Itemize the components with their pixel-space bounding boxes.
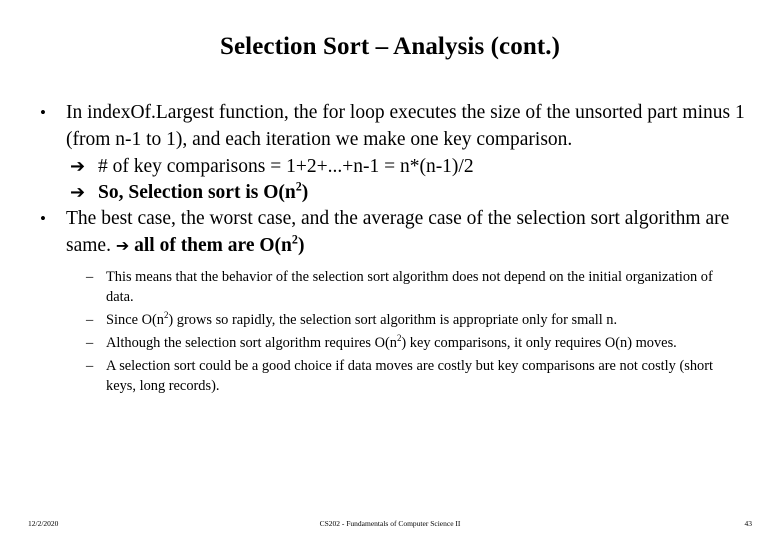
bullet-item: • In indexOf.Largest function, the for l… xyxy=(28,100,754,153)
sub-bullet-item: – A selection sort could be a good choic… xyxy=(28,356,754,396)
arrow-icon: ➔ xyxy=(70,182,86,203)
sub-bullet-text-prefix: Since O(n xyxy=(106,312,164,328)
sub-bullet-item: – This means that the behavior of the se… xyxy=(28,267,754,307)
sub-bullet-marker: – xyxy=(86,335,94,351)
arrow-line-comparisons: ➔ # of key comparisons = 1+2+...+n-1 = n… xyxy=(28,154,754,180)
bullet-marker: • xyxy=(40,209,46,228)
footer-course: CS202 - Fundamentals of Computer Science… xyxy=(319,519,461,528)
arrow-line-text-suffix: ) xyxy=(301,182,309,203)
slide-body: • In indexOf.Largest function, the for l… xyxy=(28,100,754,399)
footer-page-number: 43 xyxy=(744,519,753,528)
arrow-icon: ➔ xyxy=(115,235,130,255)
bullet-text-after-prefix: all of them are O(n xyxy=(134,234,292,256)
sub-bullet-marker: – xyxy=(86,269,94,285)
sub-bullet-text: This means that the behavior of the sele… xyxy=(106,269,713,305)
bullet-item-cases: • The best case, the worst case, and the… xyxy=(28,206,754,259)
arrow-icon: ➔ xyxy=(70,156,86,177)
sub-bullet-item: – Since O(n2) grows so rapidly, the sele… xyxy=(28,310,754,330)
page-title: Selection Sort – Analysis (cont.) xyxy=(219,33,561,60)
sub-bullet-text: A selection sort could be a good choice … xyxy=(106,358,714,394)
sub-bullet-text-suffix: ) key comparisons, it only requires O(n)… xyxy=(401,335,677,351)
arrow-line-text-prefix: So, Selection sort is O(n xyxy=(98,182,296,203)
slide: Selection Sort – Analysis (cont.) • In i… xyxy=(0,0,780,540)
slide-footer: 12/2/2020 CS202 - Fundamentals of Comput… xyxy=(0,512,780,540)
arrow-line-complexity: ➔ So, Selection sort is O(n2) xyxy=(28,180,754,206)
sub-bullet-text-prefix: Although the selection sort algorithm re… xyxy=(106,335,397,351)
sub-bullet-marker: – xyxy=(86,358,94,374)
bullet-text-after-suffix: ) xyxy=(297,234,305,256)
sub-bullet-text-suffix: ) grows so rapidly, the selection sort a… xyxy=(168,312,618,328)
arrow-line-text: # of key comparisons = 1+2+...+n-1 = n*(… xyxy=(98,156,474,177)
bullet-text: In indexOf.Largest function, the for loo… xyxy=(66,102,745,150)
sub-bullet-item: – Although the selection sort algorithm … xyxy=(28,333,754,353)
bullet-marker: • xyxy=(40,103,46,122)
sub-bullet-marker: – xyxy=(86,312,94,328)
sub-bullet-list: – This means that the behavior of the se… xyxy=(28,267,754,396)
